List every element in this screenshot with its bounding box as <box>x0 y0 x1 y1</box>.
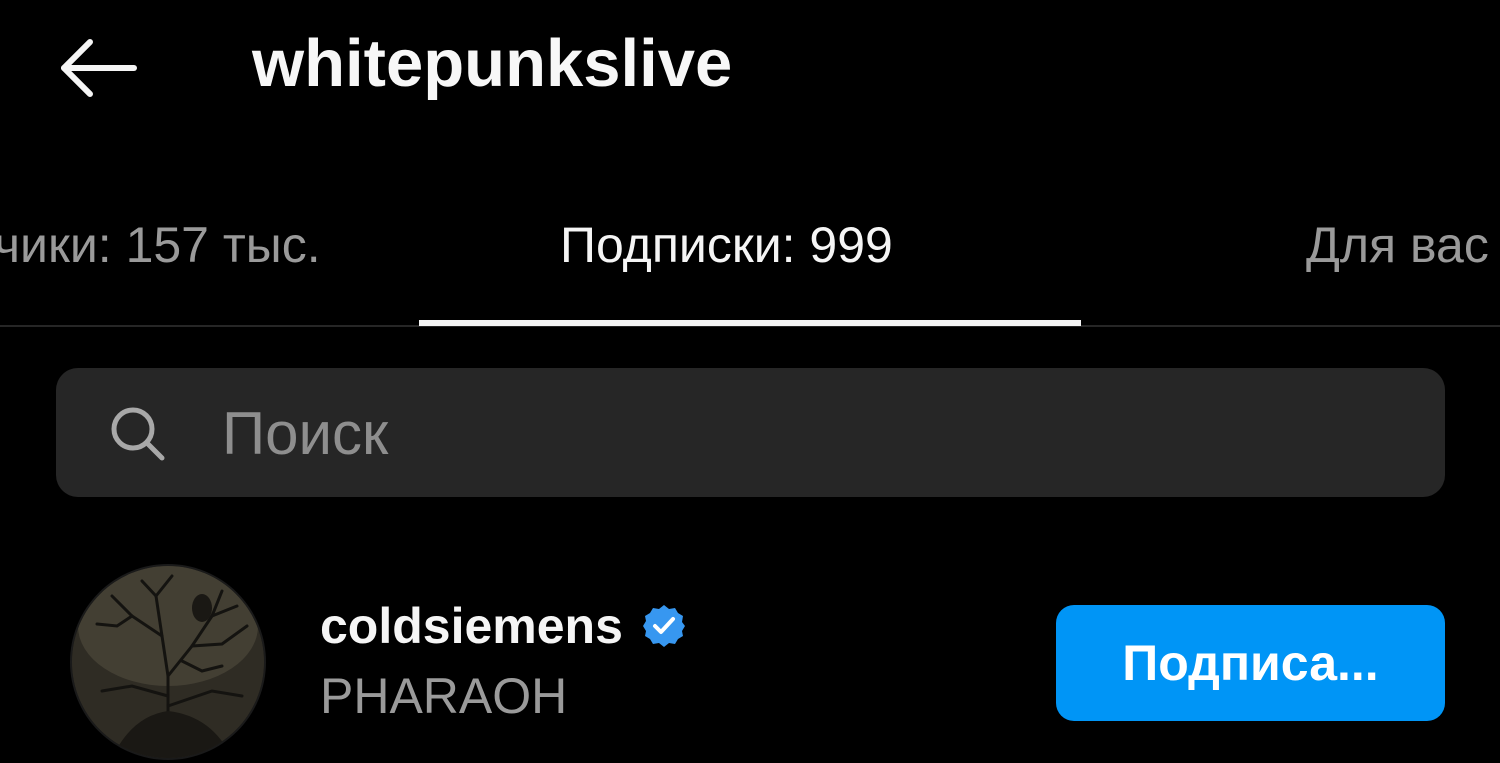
search-icon <box>111 407 165 461</box>
arrow-left-icon <box>61 39 137 97</box>
back-button[interactable] <box>52 30 144 106</box>
follow-button[interactable]: Подписа... <box>1056 605 1445 721</box>
full-name: PHARAOH <box>320 668 568 724</box>
verified-badge-icon <box>642 605 685 647</box>
active-tab-indicator <box>419 320 1081 326</box>
tab-bar: чики: 157 тыс. Подписки: 999 Для вас <box>0 195 1500 327</box>
tab-followers[interactable]: чики: 157 тыс. <box>0 215 321 275</box>
username: coldsiemens <box>320 598 623 654</box>
avatar-image <box>72 566 264 758</box>
page-title: whitepunkslive <box>252 26 733 101</box>
tab-for-you[interactable]: Для вас <box>1306 215 1489 275</box>
top-bar: whitepunkslive <box>0 0 1500 130</box>
search-input[interactable] <box>222 396 1402 470</box>
tab-following[interactable]: Подписки: 999 <box>560 215 893 275</box>
avatar[interactable] <box>72 566 264 758</box>
user-name-line[interactable]: coldsiemens <box>320 596 687 656</box>
